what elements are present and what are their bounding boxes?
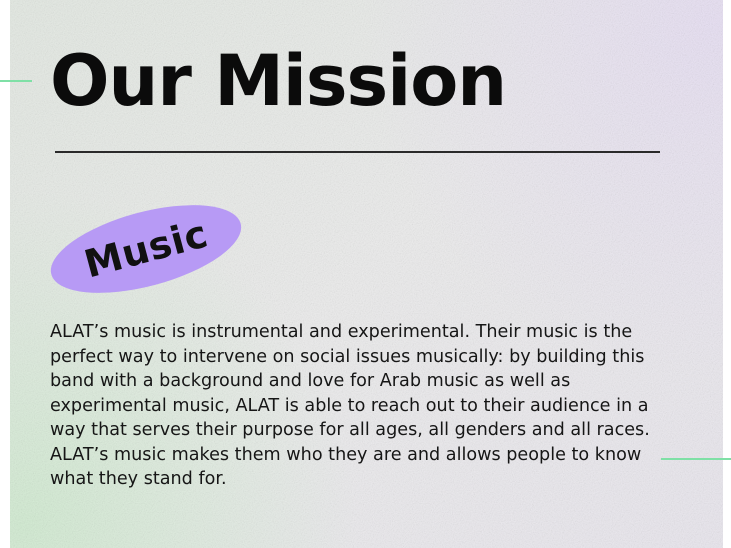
- title-divider: [55, 151, 660, 153]
- accent-line-right: [661, 458, 731, 460]
- mission-paragraph: ALAT’s music is instrumental and experim…: [50, 322, 650, 489]
- left-frame-edge: [0, 0, 10, 548]
- page-title: Our Mission: [50, 40, 507, 122]
- mission-slide: Our Mission Music ALAT’s music is instru…: [0, 0, 731, 548]
- accent-line-left: [0, 80, 32, 82]
- music-tag-label: Music: [79, 211, 213, 287]
- right-frame-edge: [723, 0, 731, 548]
- music-tag-badge: Music: [41, 187, 251, 311]
